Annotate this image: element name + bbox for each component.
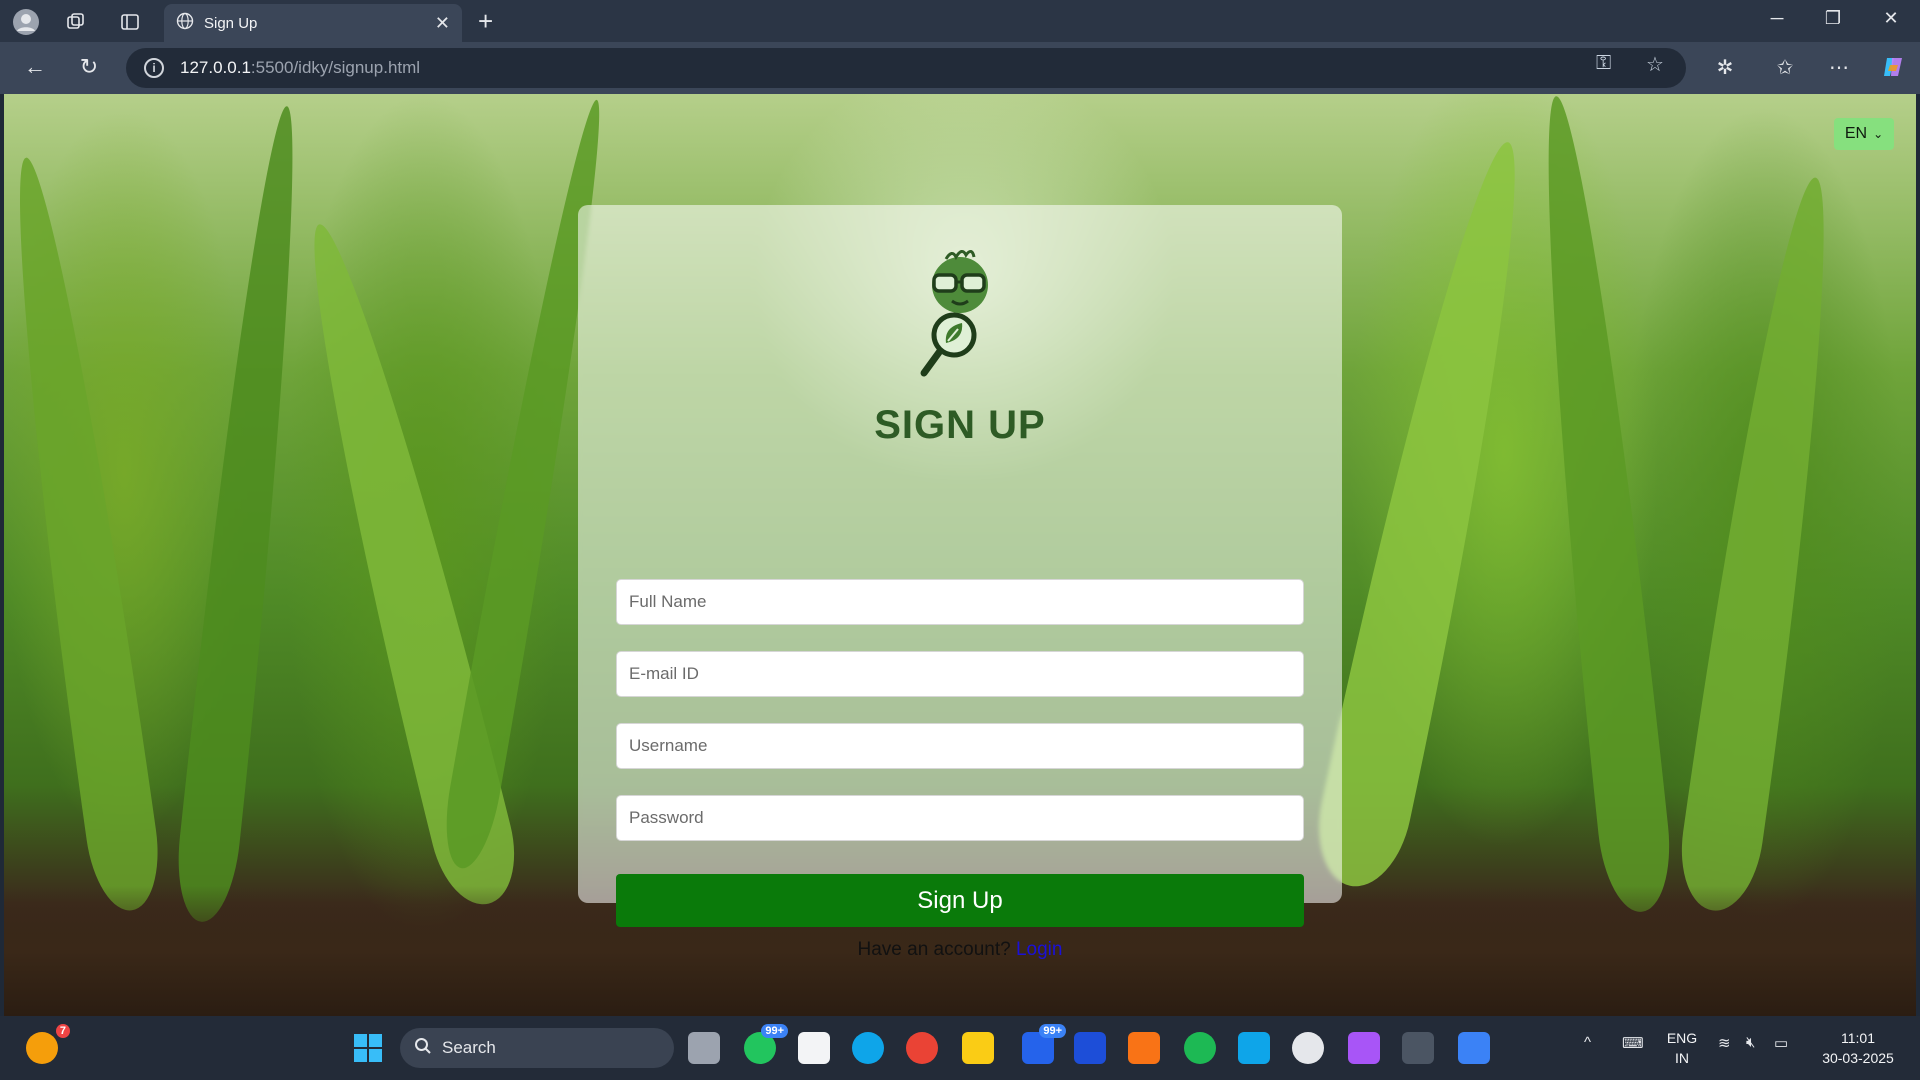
- keyboard-icon[interactable]: ⌨: [1622, 1034, 1644, 1052]
- taskbar-search[interactable]: Search: [400, 1028, 674, 1068]
- mail-icon[interactable]: 99+: [1022, 1024, 1066, 1064]
- background-leaf: [171, 103, 317, 925]
- taskbar-clock[interactable]: 11:01 30-03-2025: [1808, 1028, 1908, 1068]
- lang-line-2: IN: [1675, 1050, 1689, 1066]
- whatsapp-badge: 99+: [761, 1024, 788, 1038]
- notification-app-icon[interactable]: 7: [26, 1024, 70, 1064]
- clock-time: 11:01: [1841, 1030, 1875, 1046]
- search-icon: [414, 1037, 432, 1060]
- close-tab-icon[interactable]: ✕: [435, 13, 450, 34]
- address-bar-row: ← ↻ i 127.0.0.1 :5500/idky/signup.html ⚿…: [0, 42, 1920, 94]
- site-info-icon[interactable]: i: [144, 58, 164, 78]
- terminal-icon[interactable]: [1402, 1032, 1434, 1064]
- input-language[interactable]: ENG IN: [1660, 1028, 1704, 1068]
- background-leaf: [1672, 172, 1856, 916]
- background-leaf: [1305, 132, 1553, 896]
- password-input[interactable]: [616, 795, 1304, 841]
- new-tab-icon[interactable]: +: [478, 6, 493, 36]
- lang-line-1: ENG: [1666, 1030, 1698, 1046]
- username-input[interactable]: [616, 723, 1304, 769]
- battery-icon[interactable]: ▭: [1774, 1034, 1788, 1052]
- brave-icon[interactable]: [1128, 1032, 1160, 1064]
- tab-title: Sign Up: [204, 14, 258, 32]
- page-viewport: EN ⌄ SIGN UP Sign Up Have an account? Lo…: [4, 94, 1916, 1016]
- tab-sign-up[interactable]: Sign Up ✕: [164, 4, 462, 42]
- globe-icon: [176, 12, 194, 34]
- login-prompt: Have an account? Login: [578, 939, 1342, 961]
- close-window-icon[interactable]: ✕: [1876, 8, 1906, 29]
- clock-date: 30-03-2025: [1822, 1050, 1894, 1066]
- chrome-icon[interactable]: [906, 1032, 938, 1064]
- account-prompt-text: Have an account?: [857, 939, 1011, 960]
- file-explorer-icon[interactable]: [962, 1032, 994, 1064]
- more-menu-icon[interactable]: ⋯: [1824, 55, 1854, 80]
- background-leaf: [1521, 94, 1677, 916]
- favorites-icon[interactable]: ✩: [1770, 55, 1800, 80]
- full-name-input[interactable]: [616, 579, 1304, 625]
- edge-icon[interactable]: [852, 1032, 884, 1064]
- sign-up-button[interactable]: Sign Up: [616, 874, 1304, 927]
- minimize-icon[interactable]: ─: [1762, 8, 1792, 29]
- vscode-icon[interactable]: [1238, 1032, 1270, 1064]
- language-value: EN: [1844, 125, 1868, 142]
- refresh-icon[interactable]: ↻: [74, 54, 104, 80]
- whatsapp-icon[interactable]: 99+: [744, 1024, 788, 1064]
- favorite-star-icon[interactable]: ☆: [1646, 52, 1664, 77]
- background-leaf: [4, 152, 167, 916]
- url-host: 127.0.0.1: [180, 58, 251, 77]
- task-view-icon[interactable]: [688, 1032, 720, 1064]
- url-bar[interactable]: i 127.0.0.1 :5500/idky/signup.html: [126, 48, 1686, 88]
- mute-icon[interactable]: 🔇︎: [1746, 1034, 1755, 1051]
- profile-avatar-icon[interactable]: [12, 8, 40, 36]
- extensions-icon[interactable]: ✲: [1710, 55, 1740, 80]
- plant-detective-logo-icon: [920, 250, 988, 377]
- copilot-app-icon[interactable]: [1348, 1032, 1380, 1064]
- page-title: SIGN UP: [874, 403, 1046, 447]
- language-select[interactable]: EN ⌄: [1834, 118, 1894, 150]
- restore-icon[interactable]: ❐: [1818, 8, 1848, 29]
- chevron-down-icon: ⌄: [1873, 127, 1884, 141]
- notification-count-badge: 7: [55, 1024, 70, 1038]
- signup-card: SIGN UP Sign Up Have an account? Login: [578, 205, 1342, 960]
- email-input[interactable]: [616, 651, 1304, 697]
- windows-start-icon[interactable]: [352, 1032, 384, 1064]
- wifi-icon[interactable]: ≋: [1718, 1034, 1731, 1052]
- spotify-icon[interactable]: [1184, 1032, 1216, 1064]
- outlook-icon[interactable]: [1074, 1032, 1106, 1064]
- key-icon[interactable]: ⚿: [1596, 52, 1611, 75]
- clock-app-icon[interactable]: [1292, 1032, 1324, 1064]
- workspaces-icon[interactable]: [62, 8, 90, 36]
- photos-icon[interactable]: [1458, 1032, 1490, 1064]
- vertical-tabs-icon[interactable]: [116, 8, 144, 36]
- store-icon[interactable]: [798, 1032, 830, 1064]
- copilot-icon[interactable]: [1878, 55, 1908, 85]
- taskbar: 7 Search 99+ 99+ ^ ⌨ ENG IN ≋ 🔇︎ ▭ 11:01…: [0, 1016, 1920, 1080]
- login-link[interactable]: Login: [1016, 939, 1063, 960]
- browser-tab-bar: Sign Up ✕ + ─ ❐ ✕: [0, 0, 1920, 42]
- mail-badge: 99+: [1039, 1024, 1066, 1038]
- url-path: :5500/idky/signup.html: [250, 58, 421, 77]
- search-label: Search: [442, 1038, 496, 1057]
- chevron-up-icon[interactable]: ^: [1584, 1034, 1591, 1051]
- back-arrow-icon[interactable]: ←: [20, 54, 50, 80]
